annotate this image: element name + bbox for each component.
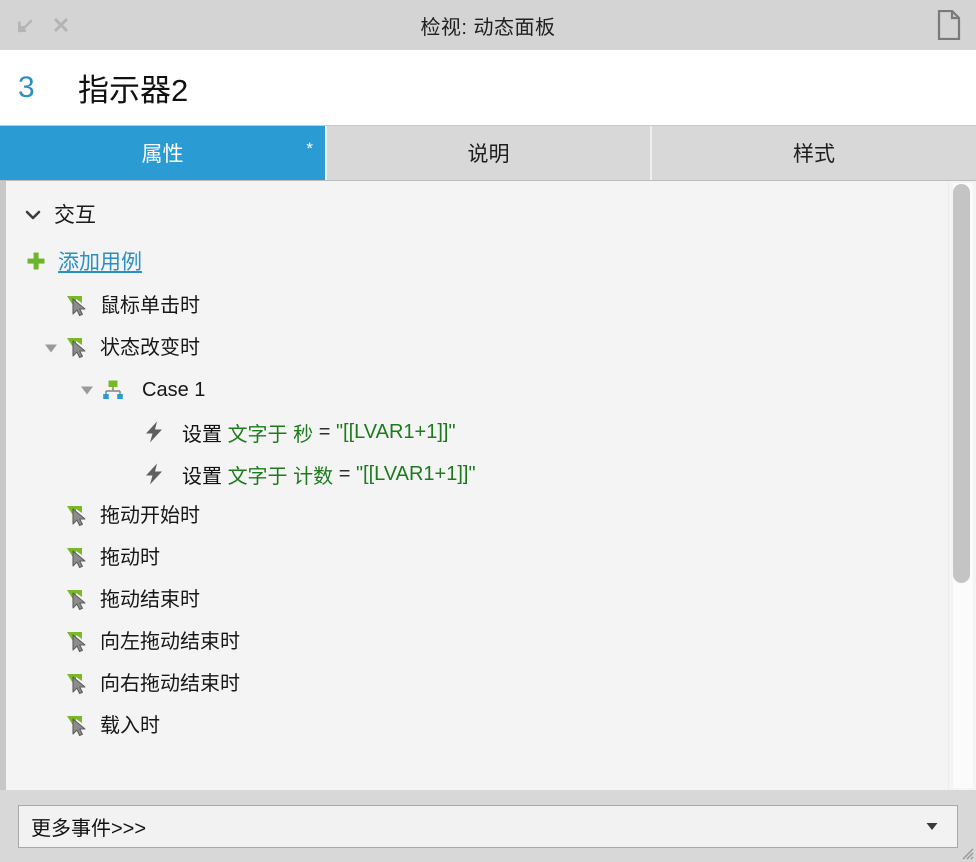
- action-value: "[[LVAR1+1]]": [335, 420, 456, 443]
- event-cursor-icon: [64, 671, 90, 697]
- inspector-window: 检视: 动态面板 3 指示器2 属性 * 说明 样式 交互 添加用例 鼠标单击时…: [0, 0, 976, 862]
- widget-name[interactable]: 指示器2: [78, 65, 188, 110]
- triangle-down-icon[interactable]: [923, 817, 941, 835]
- add-case-link[interactable]: 添加用例: [58, 246, 142, 276]
- event-cursor-icon: [64, 335, 90, 361]
- action-verb: 设置: [182, 465, 222, 488]
- tabbar: 属性 * 说明 样式: [0, 126, 976, 181]
- event-label: 向左拖动结束时: [100, 631, 240, 653]
- event-label: 鼠标单击时: [100, 295, 200, 317]
- action-verb: 设置: [182, 423, 222, 446]
- footer-bar: 更多事件>>>: [0, 790, 976, 862]
- event-cursor-icon: [64, 545, 90, 571]
- arrow-down-left-icon[interactable]: [14, 14, 36, 36]
- event-label: 状态改变时: [100, 337, 200, 359]
- event-cursor-icon: [64, 713, 90, 739]
- action-target: 文字于 秒: [227, 423, 314, 446]
- event-row-drag-end-right[interactable]: 向右拖动结束时: [6, 663, 948, 705]
- event-cursor-icon: [64, 587, 90, 613]
- widget-header: 3 指示器2: [0, 50, 976, 126]
- event-row-drag-start[interactable]: 拖动开始时: [6, 495, 948, 537]
- titlebar-controls: [0, 14, 72, 36]
- triangle-down-icon[interactable]: [38, 339, 64, 357]
- case-label: Case 1: [142, 379, 206, 401]
- window-title: 检视: 动态面板: [420, 16, 556, 39]
- action-row-set-text-count[interactable]: 设置 文字于 计数 = "[[LVAR1+1]]": [6, 453, 948, 495]
- event-cursor-icon: [64, 503, 90, 529]
- scrollbar-thumb[interactable]: [953, 184, 970, 583]
- tab-properties[interactable]: 属性 *: [0, 126, 327, 180]
- tab-notes[interactable]: 说明: [327, 126, 652, 180]
- event-label: 向右拖动结束时: [100, 673, 240, 695]
- lightning-icon: [142, 419, 168, 445]
- action-operator: =: [318, 420, 331, 443]
- case-node-icon: [100, 377, 126, 403]
- lightning-icon: [142, 461, 168, 487]
- event-label: 拖动开始时: [100, 505, 200, 527]
- more-events-label: 更多事件>>>: [31, 817, 147, 840]
- tab-style[interactable]: 样式: [652, 126, 976, 180]
- vertical-scrollbar[interactable]: [948, 181, 976, 790]
- event-row-state-changed[interactable]: 状态改变时: [6, 327, 948, 369]
- document-icon[interactable]: [936, 10, 962, 40]
- chevron-down-icon[interactable]: [20, 205, 46, 225]
- tab-dirty-marker: *: [306, 139, 313, 158]
- event-label: 拖动时: [100, 547, 160, 569]
- tab-notes-label: 说明: [467, 143, 510, 166]
- more-events-dropdown[interactable]: 更多事件>>>: [18, 804, 958, 848]
- plus-icon[interactable]: [24, 249, 48, 273]
- triangle-down-icon[interactable]: [74, 381, 100, 399]
- case-row-case-1[interactable]: Case 1: [6, 369, 948, 411]
- section-interactions[interactable]: 交互: [6, 193, 948, 237]
- close-icon[interactable]: [50, 14, 72, 36]
- widget-index: 3: [18, 70, 35, 104]
- resize-grip-icon[interactable]: [958, 844, 974, 860]
- action-value: "[[LVAR1+1]]": [355, 462, 476, 485]
- event-row-drag-end[interactable]: 拖动结束时: [6, 579, 948, 621]
- inspector-content: 交互 添加用例 鼠标单击时 状态改变时 Case 1 设置 文字于 秒 = "[…: [0, 181, 976, 790]
- tab-style-label: 样式: [793, 143, 835, 166]
- event-label: 载入时: [100, 715, 160, 737]
- add-case-row[interactable]: 添加用例: [6, 237, 948, 285]
- action-target: 文字于 计数: [227, 465, 334, 488]
- event-cursor-icon: [64, 629, 90, 655]
- event-cursor-icon: [64, 293, 90, 319]
- event-row-drag[interactable]: 拖动时: [6, 537, 948, 579]
- interactions-tree: 交互 添加用例 鼠标单击时 状态改变时 Case 1 设置 文字于 秒 = "[…: [6, 181, 948, 790]
- action-row-set-text-seconds[interactable]: 设置 文字于 秒 = "[[LVAR1+1]]": [6, 411, 948, 453]
- action-operator: =: [338, 462, 351, 485]
- window-titlebar: 检视: 动态面板: [0, 0, 976, 50]
- tab-properties-label: 属性: [141, 143, 184, 166]
- event-row-drag-end-left[interactable]: 向左拖动结束时: [6, 621, 948, 663]
- event-label: 拖动结束时: [100, 589, 200, 611]
- event-row-on-load[interactable]: 载入时: [6, 705, 948, 747]
- event-row-mouse-click[interactable]: 鼠标单击时: [6, 285, 948, 327]
- section-interactions-label: 交互: [54, 203, 96, 227]
